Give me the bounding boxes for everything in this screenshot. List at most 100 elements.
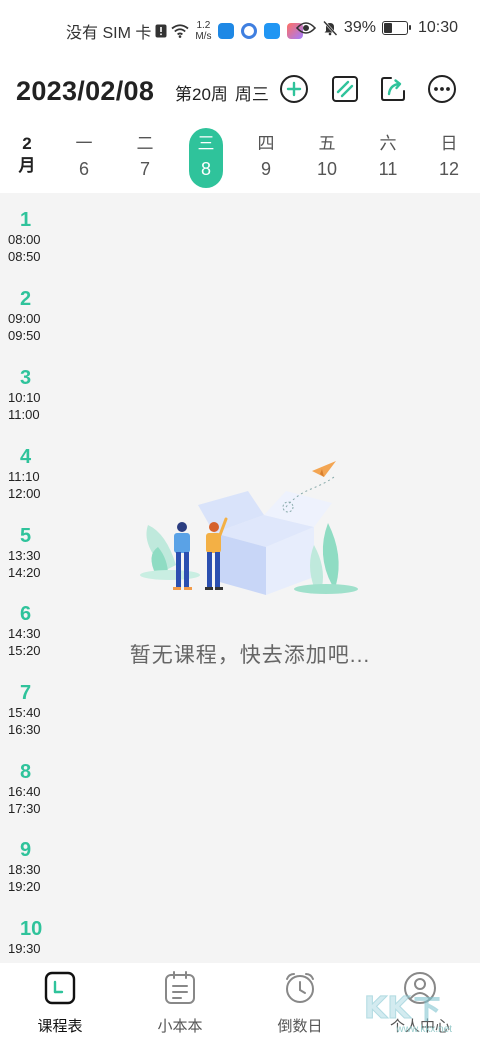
day-number: 11 xyxy=(378,159,398,179)
background-style-button[interactable] xyxy=(330,74,360,104)
day-thursday[interactable]: 四 9 xyxy=(246,128,286,188)
period-start: 11:10 xyxy=(8,469,40,484)
notebook-icon xyxy=(163,971,197,1005)
status-right: 39% 10:30 xyxy=(295,19,458,37)
period-end: 19:20 xyxy=(8,879,41,894)
period-start: 13:30 xyxy=(8,548,41,563)
carrier-text: 没有 SIM 卡 xyxy=(66,25,152,42)
day-of-week: 三 xyxy=(197,134,215,153)
day-sunday[interactable]: 日 12 xyxy=(429,128,469,188)
day-of-week: 二 xyxy=(136,134,154,153)
week-number: 第20周 xyxy=(175,85,228,104)
day-tuesday[interactable]: 二 7 xyxy=(125,128,165,188)
net-speed-unit: M/s xyxy=(195,31,212,42)
header: 2023/02/08 第20周 周三 xyxy=(0,68,480,114)
battery-icon xyxy=(381,21,411,35)
day-number: 6 xyxy=(78,159,89,179)
month-label: 2 月 xyxy=(14,133,40,177)
nav-label: 倒数日 xyxy=(277,1018,323,1035)
add-course-button[interactable] xyxy=(279,74,309,104)
status-bar: 没有 SIM 卡 1.2 M/s 39% 10:30 xyxy=(0,0,480,60)
day-of-week: 五 xyxy=(318,134,336,153)
period-number: 1 xyxy=(20,209,32,231)
alarm-clock-icon xyxy=(283,971,317,1005)
week-row: 2 月 一 6 二 7 三 8 四 9 五 10 六 11 日 12 xyxy=(0,128,480,192)
day-number: 8 xyxy=(200,159,211,179)
period-start: 10:10 xyxy=(8,390,41,405)
weekday: 周三 xyxy=(234,85,269,104)
period-end: 17:30 xyxy=(8,801,41,816)
status-left: 没有 SIM 卡 1.2 M/s xyxy=(66,19,304,43)
more-icon xyxy=(428,75,456,103)
period-row: 9 18:30 19:20 xyxy=(8,839,52,895)
day-of-week: 一 xyxy=(75,134,93,153)
day-friday[interactable]: 五 10 xyxy=(307,128,347,188)
period-row: 7 15:40 16:30 xyxy=(8,682,52,738)
day-number: 7 xyxy=(139,159,150,179)
period-start: 19:30 xyxy=(8,941,41,956)
nav-item-notebook[interactable]: 小本本 xyxy=(120,971,240,1036)
svg-text:KK: KK xyxy=(364,991,412,1026)
period-end: 14:20 xyxy=(8,565,41,580)
battery-level xyxy=(383,23,392,33)
timetable-area[interactable]: 1 08:00 08:50 2 09:00 09:50 3 10:10 11:0… xyxy=(0,193,480,963)
period-end: 12:00 xyxy=(8,486,41,501)
current-date[interactable]: 2023/02/08 xyxy=(16,76,154,107)
day-of-week: 四 xyxy=(257,134,275,153)
share-button[interactable] xyxy=(378,74,408,104)
plus-circle-icon xyxy=(280,75,308,103)
period-end: 16:30 xyxy=(8,722,41,737)
stripes-icon xyxy=(332,76,358,102)
period-start: 16:40 xyxy=(8,784,41,799)
empty-state-message: 暂无课程，快去添加吧... xyxy=(129,644,371,667)
period-number: 10 xyxy=(20,918,43,940)
sim-alert-icon xyxy=(155,24,167,38)
net-speed-value: 1.2 xyxy=(196,20,211,31)
day-of-week: 日 xyxy=(440,134,458,153)
app-notification-icon-3 xyxy=(264,23,281,39)
share-icon xyxy=(381,77,405,101)
period-row: 2 09:00 09:50 xyxy=(8,288,52,344)
nav-label: 课程表 xyxy=(37,1018,83,1035)
day-wednesday[interactable]: 三 8 xyxy=(189,128,223,188)
day-saturday[interactable]: 六 11 xyxy=(368,128,408,188)
day-number: 9 xyxy=(260,159,271,179)
period-number: 3 xyxy=(20,367,32,389)
schedule-icon xyxy=(43,971,77,1005)
nav-item-schedule[interactable]: 课程表 xyxy=(0,971,120,1036)
eye-icon xyxy=(295,21,316,35)
period-start: 15:40 xyxy=(8,705,41,720)
period-start: 08:00 xyxy=(8,232,41,247)
period-start: 09:00 xyxy=(8,311,41,326)
period-end: 08:50 xyxy=(8,249,41,264)
clock: 10:30 xyxy=(417,19,458,36)
month-char: 月 xyxy=(18,156,36,175)
day-of-week: 六 xyxy=(379,134,397,153)
period-row: 3 10:10 11:00 xyxy=(8,367,52,423)
empty-state-illustration xyxy=(140,461,358,595)
day-number: 10 xyxy=(316,159,338,179)
period-number: 5 xyxy=(20,525,32,547)
svg-text:下: 下 xyxy=(414,995,440,1025)
period-number: 2 xyxy=(20,288,32,310)
week-info: 第20周 周三 xyxy=(175,80,269,105)
net-speed: 1.2 M/s xyxy=(195,20,211,42)
period-row: 10 19:30 xyxy=(8,918,52,957)
period-start: 18:30 xyxy=(8,862,41,877)
day-number: 12 xyxy=(438,159,460,179)
nav-label: 小本本 xyxy=(157,1018,203,1035)
period-number: 6 xyxy=(20,603,32,625)
day-monday[interactable]: 一 6 xyxy=(64,128,104,188)
period-row: 1 08:00 08:50 xyxy=(8,209,52,265)
nav-item-countdown[interactable]: 倒数日 xyxy=(240,971,360,1036)
period-row: 5 13:30 14:20 xyxy=(8,525,52,581)
period-end: 11:00 xyxy=(8,407,40,422)
period-end: 09:50 xyxy=(8,328,41,343)
period-number: 4 xyxy=(20,446,32,468)
period-number: 8 xyxy=(20,761,32,783)
more-button[interactable] xyxy=(427,74,457,104)
app-notification-icon-1 xyxy=(218,23,235,39)
month-number: 2 xyxy=(22,134,32,153)
app-notification-icon-2 xyxy=(241,23,258,39)
period-number: 7 xyxy=(20,682,32,704)
